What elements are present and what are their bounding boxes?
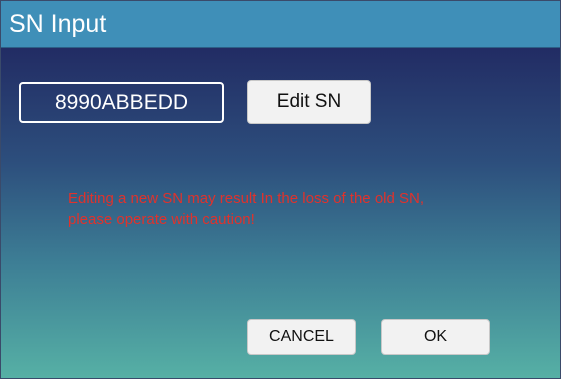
warning-line-2: please operate with caution! (68, 211, 255, 228)
edit-sn-button[interactable]: Edit SN (247, 80, 371, 124)
dialog-title-bar: SN Input (1, 1, 560, 48)
sn-value-field[interactable]: 8990ABBEDD (19, 82, 224, 123)
sn-input-dialog: SN Input 8990ABBEDD Edit SN Editing a ne… (0, 0, 561, 379)
dialog-title: SN Input (9, 10, 107, 38)
dialog-body: 8990ABBEDD Edit SN Editing a new SN may … (1, 48, 560, 378)
warning-line-1: Editing a new SN may result In the loss … (68, 190, 425, 207)
cancel-button[interactable]: CANCEL (247, 319, 356, 355)
warning-message: Editing a new SN may result In the loss … (68, 188, 553, 230)
ok-button[interactable]: OK (381, 319, 490, 355)
